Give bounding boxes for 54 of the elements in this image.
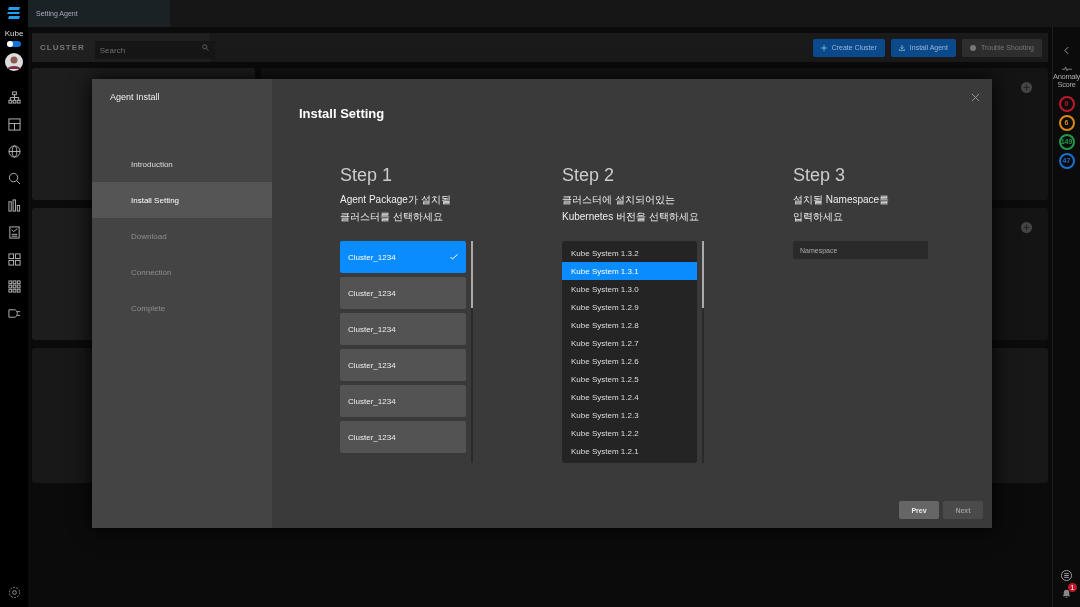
- version-option[interactable]: Kube System 1.2.3: [562, 406, 697, 424]
- modal-title: Agent Install: [109, 92, 161, 104]
- cluster-option[interactable]: Cluster_1234: [340, 349, 466, 381]
- info-icon: [969, 44, 976, 51]
- brand-label: Kube: [4, 29, 24, 38]
- step-title: Step 1: [340, 165, 394, 187]
- wizard-step[interactable]: Introduction: [92, 146, 272, 182]
- step-description: 설치될 Namespace를 입력하세요: [793, 193, 891, 224]
- version-option[interactable]: Kube System 1.2.4: [562, 388, 697, 406]
- step-description: 클러스터에 설치되어있는 Kubernetes 버전을 선택하세요: [562, 193, 700, 224]
- scrollbar-thumb[interactable]: [702, 241, 704, 308]
- globe-icon[interactable]: [7, 145, 21, 158]
- version-option[interactable]: Kube System 1.2.1: [562, 442, 697, 460]
- step-description: Agent Package가 설치될 클러스터를 선택하세요: [340, 193, 452, 224]
- collapse-icon[interactable]: [1064, 46, 1069, 55]
- bar-chart-icon[interactable]: [7, 199, 21, 212]
- bell-icon[interactable]: [1061, 588, 1072, 599]
- plus-icon: [820, 44, 827, 51]
- grid-icon[interactable]: [7, 253, 21, 266]
- hierarchy-icon[interactable]: [7, 91, 21, 104]
- search-icon[interactable]: [7, 172, 21, 185]
- avatar[interactable]: [5, 53, 23, 71]
- apps-icon[interactable]: [7, 280, 21, 293]
- version-option[interactable]: Kube System 1.2.9: [562, 298, 697, 316]
- cluster-option[interactable]: Cluster_1234: [340, 313, 466, 345]
- modal-heading: Install Setting: [299, 106, 385, 121]
- layout-icon[interactable]: [7, 118, 21, 131]
- step-title: Step 2: [562, 165, 616, 187]
- cluster-option[interactable]: Cluster_1234: [340, 385, 466, 417]
- version-option[interactable]: Kube System 1.2.5: [562, 370, 697, 388]
- plug-icon[interactable]: [7, 307, 21, 320]
- pulse-icon: [1061, 66, 1072, 71]
- logo-icon: [7, 6, 21, 20]
- check-icon: [450, 254, 458, 260]
- wizard-step[interactable]: Install Setting: [92, 182, 272, 218]
- close-icon[interactable]: [971, 93, 980, 102]
- section-label: CLUSTER: [40, 43, 85, 52]
- scrollbar-thumb[interactable]: [471, 241, 473, 308]
- list-icon[interactable]: [1061, 570, 1072, 581]
- step-title: Step 3: [793, 165, 847, 187]
- version-option[interactable]: Kube System 1.3.0: [562, 280, 697, 298]
- version-option[interactable]: Kube System 1.3.2: [562, 244, 697, 262]
- download-icon: [898, 44, 905, 51]
- search-icon: [201, 43, 209, 51]
- version-option[interactable]: Kube System 1.2.2: [562, 424, 697, 442]
- report-icon[interactable]: [7, 226, 21, 239]
- version-option[interactable]: Kube System 1.2.7: [562, 334, 697, 352]
- cluster-option[interactable]: Cluster_1234: [340, 277, 466, 309]
- version-option[interactable]: Kube System 1.2.6: [562, 352, 697, 370]
- version-option[interactable]: Kube System 1.2.8: [562, 316, 697, 334]
- cluster-option[interactable]: Cluster_1234: [340, 421, 466, 453]
- search-field[interactable]: Search: [94, 41, 215, 59]
- settings-icon[interactable]: [7, 586, 21, 599]
- toggle-switch[interactable]: [7, 41, 21, 47]
